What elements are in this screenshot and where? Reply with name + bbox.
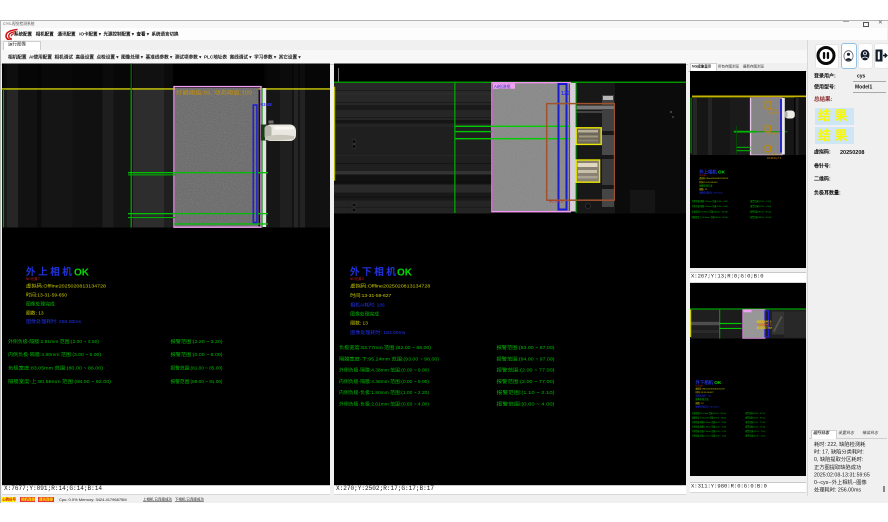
svg-text:相机AI耗时: 166: 相机AI耗时: 166 bbox=[350, 302, 385, 309]
svg-text:隔膜宽度-下:95.24mm 范围:(93.00 ~ 98.: 隔膜宽度-下:95.24mm 范围:(93.00 ~ 98.00) bbox=[339, 355, 439, 362]
svg-text:报警范围:(83.00 ~ 87.00): 报警范围:(83.00 ~ 87.00) bbox=[497, 344, 555, 351]
svg-text:报警范围:(0.60 ~ 4.00): 报警范围:(0.60 ~ 4.00) bbox=[497, 400, 555, 407]
svg-text:NG光源:T: NG光源:T bbox=[26, 276, 40, 281]
svg-text:23.48 R4.1 7: 23.48 R4.1 7 bbox=[767, 133, 781, 136]
svg-text:圈数: 13: 圈数: 13 bbox=[350, 320, 368, 327]
svg-text:OK: OK bbox=[74, 268, 90, 279]
svg-text:报警范围:(2.20 ~ 3.20): 报警范围:(2.20 ~ 3.20) bbox=[171, 338, 223, 345]
svg-text:AI检测框: AI检测框 bbox=[494, 83, 511, 90]
svg-text:外侧负极-隔膜:2.91mm 范围:(2.00 ~ 3.50: 外侧负极-隔膜:2.91mm 范围:(2.00 ~ 3.50) bbox=[8, 338, 99, 345]
svg-text:报警范围:(0.00 ~ 8.00): 报警范围:(0.00 ~ 8.00) bbox=[171, 351, 223, 358]
svg-text:隔膜宽度-上:90.56mm 范围:(88.00 ~ 92.: 隔膜宽度-上:90.56mm 范围:(88.00 ~ 92.00) bbox=[8, 378, 111, 385]
svg-text:灯箱阈值:93, 动态阈值:100: 灯箱阈值:93, 动态阈值:100 bbox=[176, 90, 252, 97]
svg-text:图像处理完成: 图像处理完成 bbox=[26, 301, 55, 308]
svg-text:时间:13-31-59-627: 时间:13-31-59-627 bbox=[350, 292, 391, 299]
svg-text:图像处理耗时: 183.00ms: 图像处理耗时: 183.00ms bbox=[350, 329, 406, 336]
svg-text:NG:X 1.35: NG:X 1.35 bbox=[549, 200, 564, 204]
svg-text:虚拟码:Offline2025020813134728: 虚拟码:Offline2025020813134728 bbox=[26, 283, 106, 290]
svg-text:OK: OK bbox=[718, 170, 726, 175]
svg-text:外侧负极-负极:2.61mm 范围:(0.60 ~ 4.00: 外侧负极-负极:2.61mm 范围:(0.60 ~ 4.00) bbox=[339, 400, 429, 407]
svg-text:图像处理完成: 图像处理完成 bbox=[350, 311, 379, 318]
svg-text:负极宽度:83.77mm 范围:(82.00 ~ 88.00: 负极宽度:83.77mm 范围:(82.00 ~ 88.00) bbox=[339, 344, 431, 351]
svg-text:OK: OK bbox=[397, 268, 413, 279]
svg-text:内侧负极-隔膜:4.38mm 范围:(0.00 ~ 9.00: 内侧负极-隔膜:4.38mm 范围:(0.00 ~ 9.00) bbox=[339, 378, 429, 385]
svg-text:报警范围:(2.00 ~ 77.00): 报警范围:(2.00 ~ 77.00) bbox=[497, 367, 555, 374]
svg-text:内侧负极-隔膜:4.60mm 范围:(3.00 ~ 6.00: 内侧负极-隔膜:4.60mm 范围:(3.00 ~ 6.00) bbox=[8, 351, 101, 358]
svg-text:93.48: 93.48 bbox=[261, 102, 273, 107]
svg-text:外侧负极-隔膜:4.38mm 范围:(0.00 ~ 9.00: 外侧负极-隔膜:4.38mm 范围:(0.00 ~ 9.00) bbox=[339, 367, 429, 374]
svg-text:报警范围:(1.10 ~ 2.10): 报警范围:(1.10 ~ 2.10) bbox=[497, 389, 555, 396]
svg-text:报警范围:(81.00 ~ 85.00): 报警范围:(81.00 ~ 85.00) bbox=[171, 365, 223, 372]
svg-text:OK: OK bbox=[714, 380, 722, 385]
svg-text:报警范围:(94.00 ~ 97.00): 报警范围:(94.00 ~ 97.00) bbox=[497, 355, 555, 362]
svg-text:93.48 Rej.7 8: 93.48 Rej.7 8 bbox=[767, 157, 782, 160]
svg-text:报警范围:(2.00 ~ 77.00): 报警范围:(2.00 ~ 77.00) bbox=[497, 378, 555, 385]
svg-text:虚拟码:Offline2025020813134728: 虚拟码:Offline2025020813134728 bbox=[350, 283, 430, 290]
svg-text:内侧负极-负极:1.90mm 范围:(1.00 ~ 2.20: 内侧负极-负极:1.90mm 范围:(1.00 ~ 2.20) bbox=[339, 389, 429, 396]
svg-text:23.4 R3.7 8: 23.4 R3.7 8 bbox=[767, 112, 780, 115]
svg-text:时间:13-31-59-650: 时间:13-31-59-650 bbox=[26, 292, 67, 299]
svg-text:负极宽度:83.05mm 范围:(80.00 ~ 86.00: 负极宽度:83.05mm 范围:(80.00 ~ 86.00) bbox=[8, 365, 103, 372]
svg-text:圈数: 13: 圈数: 13 bbox=[26, 310, 44, 317]
svg-text:NG光源:0: NG光源:0 bbox=[350, 276, 364, 281]
svg-text:报警范围:(89.00 ~ 91.00): 报警范围:(89.00 ~ 91.00) bbox=[171, 378, 223, 385]
svg-text:图像处理耗时: 256.00ms: 图像处理耗时: 256.00ms bbox=[26, 318, 82, 325]
